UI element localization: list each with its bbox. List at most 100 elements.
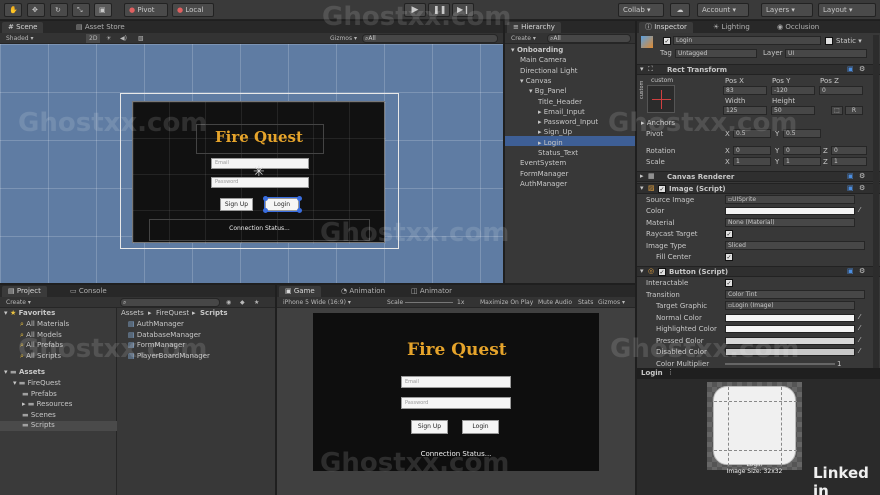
pos-z-field[interactable]: 0 [819, 86, 863, 95]
color-multiplier-value[interactable]: 1 [837, 360, 841, 368]
scene-signup-button[interactable]: Sign Up [220, 198, 253, 211]
game-gizmos-dropdown[interactable]: Gizmos ▾ [598, 298, 625, 307]
button-enabled-checkbox[interactable]: ✓ [658, 268, 666, 276]
button-script-header[interactable]: ▾ ◎ ✓ Button (Script) ▣ ⚙ [637, 266, 880, 277]
breadcrumb-scripts[interactable]: Scripts [200, 309, 228, 317]
rect-tool-button[interactable]: ▣ [94, 3, 112, 17]
breadcrumb-firequest[interactable]: FireQuest [156, 309, 189, 317]
scale-y-field[interactable]: 1 [783, 157, 821, 166]
tab-asset-store[interactable]: ▤ Asset Store [70, 22, 131, 33]
tab-animator[interactable]: ◫ Animator [405, 286, 458, 297]
breadcrumb-assets[interactable]: Assets [121, 309, 144, 317]
settings-gear-icon[interactable]: ⚙ [859, 65, 865, 73]
eyedropper-icon[interactable]: ⁄ [859, 347, 860, 355]
tab-scene[interactable]: # Scene [2, 22, 44, 33]
local-toggle[interactable]: ● Local [172, 3, 214, 17]
tab-game[interactable]: ▣ Game [279, 286, 321, 297]
filter-label-button[interactable]: ◆ [240, 298, 245, 307]
fill-center-checkbox[interactable]: ✓ [725, 253, 733, 261]
folder-item[interactable]: ▬ Scripts [22, 421, 55, 429]
hierarchy-item[interactable]: FormManager [520, 170, 568, 178]
hierarchy-item[interactable]: ▸ Email_Input [538, 108, 585, 116]
folder-item[interactable]: ▬ Prefabs [22, 390, 57, 398]
hierarchy-item[interactable]: Main Camera [520, 56, 566, 64]
raw-edit-button[interactable]: R [845, 106, 863, 115]
hierarchy-search[interactable]: ⌕All [547, 34, 631, 43]
pivot-toggle[interactable]: ● Pivot [124, 3, 168, 17]
raycast-target-checkbox[interactable]: ✓ [725, 230, 733, 238]
pos-x-field[interactable]: 83 [723, 86, 767, 95]
hierarchy-item[interactable]: Status_Text [538, 149, 578, 157]
folder-item[interactable]: ▾ ▬ FireQuest [13, 379, 61, 387]
effects-toggle[interactable]: ▧ [138, 34, 144, 43]
scale-z-field[interactable]: 1 [831, 157, 867, 166]
tab-console[interactable]: ▭ Console [64, 286, 113, 297]
hierarchy-item[interactable]: ▸ Sign_Up [538, 128, 572, 136]
game-scale-slider[interactable] [405, 302, 453, 303]
hierarchy-item[interactable]: ▾ Onboarding [511, 46, 563, 54]
filter-type-button[interactable]: ◉ [226, 298, 231, 307]
hierarchy-create-dropdown[interactable]: Create ▾ [511, 34, 536, 43]
mute-audio-toggle[interactable]: Mute Audio [538, 298, 572, 307]
inspector-scrollbar[interactable] [873, 35, 879, 375]
help-icon[interactable]: ▣ [847, 65, 854, 73]
blueprint-mode-button[interactable]: ⬚ [831, 106, 843, 115]
help-icon[interactable]: ▣ [847, 184, 854, 192]
cloud-button[interactable]: ☁ [670, 3, 690, 17]
stats-toggle[interactable]: Stats [578, 298, 593, 307]
rotation-y-field[interactable]: 0 [783, 146, 821, 155]
hierarchy-item[interactable]: Directional Light [520, 67, 578, 75]
tab-occlusion[interactable]: ◉ Occlusion [771, 22, 825, 33]
settings-gear-icon[interactable]: ⚙ [859, 184, 865, 192]
light-toggle[interactable]: ☀ [106, 34, 111, 43]
rotate-tool-button[interactable]: ↻ [50, 3, 68, 17]
eyedropper-icon[interactable]: ⁄ [859, 206, 860, 214]
rotation-z-field[interactable]: 0 [831, 146, 867, 155]
hierarchy-item[interactable]: ▾ Canvas [520, 77, 551, 85]
settings-gear-icon[interactable]: ⚙ [859, 172, 865, 180]
help-icon[interactable]: ▣ [847, 267, 854, 275]
hierarchy-item[interactable]: ▸ Login [538, 139, 563, 147]
canvas-renderer-header[interactable]: ▸ ▦ Canvas Renderer ▣ ⚙ [637, 171, 880, 182]
scene-search[interactable]: ⌕All [362, 34, 498, 43]
material-field[interactable]: None (Material) [725, 218, 855, 227]
hand-tool-button[interactable]: ✋ [4, 3, 22, 17]
scale-x-field[interactable]: 1 [733, 157, 771, 166]
scene-login-button[interactable]: Login [264, 197, 300, 212]
source-image-field[interactable]: ▫UISprite [725, 195, 855, 204]
image-script-header[interactable]: ▾ ▨ ✓ Image (Script) ▣ ⚙ [637, 183, 880, 194]
tab-hierarchy[interactable]: ≡ Hierarchy [507, 22, 561, 33]
scale-tool-button[interactable]: ⤡ [72, 3, 90, 17]
game-signup-button[interactable]: Sign Up [411, 420, 448, 434]
maximize-on-play-toggle[interactable]: Maximize On Play [480, 298, 533, 307]
collab-dropdown[interactable]: Collab ▾ [618, 3, 664, 17]
shading-dropdown[interactable]: Shaded ▾ [6, 34, 34, 43]
eyedropper-icon[interactable]: ⁄ [859, 324, 860, 332]
game-password-input[interactable]: Password [401, 397, 511, 409]
hierarchy-item[interactable]: ▸ Password_Input [538, 118, 598, 126]
folder-item[interactable]: ▸ ▬ Resources [22, 400, 72, 408]
account-dropdown[interactable]: Account ▾ [697, 3, 749, 17]
normal-color-swatch[interactable] [725, 314, 855, 322]
tag-dropdown[interactable]: Untagged [675, 49, 757, 58]
hierarchy-item[interactable]: ▾ Bg_Panel [529, 87, 566, 95]
rect-transform-header[interactable]: ▾ ⛶ Rect Transform ▣ ⚙ [637, 64, 880, 75]
tab-lighting[interactable]: ☀ Lighting [707, 22, 756, 33]
target-graphic-field[interactable]: ▫Login (Image) [725, 301, 855, 310]
rotation-x-field[interactable]: 0 [733, 146, 771, 155]
image-type-dropdown[interactable]: Sliced [725, 241, 865, 250]
layout-dropdown[interactable]: Layout ▾ [818, 3, 876, 17]
hierarchy-item[interactable]: Title_Header [538, 98, 582, 106]
static-dropdown[interactable]: Static ▾ [836, 37, 862, 45]
settings-gear-icon[interactable]: ⚙ [859, 267, 865, 275]
move-tool-button[interactable]: ✥ [27, 3, 45, 17]
pos-y-field[interactable]: -120 [771, 86, 815, 95]
color-swatch[interactable] [725, 207, 855, 215]
project-search[interactable]: ⌕ [120, 298, 220, 307]
tab-project[interactable]: ▤ Project [2, 286, 47, 297]
selection-handle[interactable] [263, 208, 268, 213]
interactable-checkbox[interactable]: ✓ [725, 279, 733, 287]
static-checkbox[interactable] [825, 37, 833, 45]
eyedropper-icon[interactable]: ⁄ [859, 313, 860, 321]
object-name-field[interactable]: Login [673, 36, 821, 45]
